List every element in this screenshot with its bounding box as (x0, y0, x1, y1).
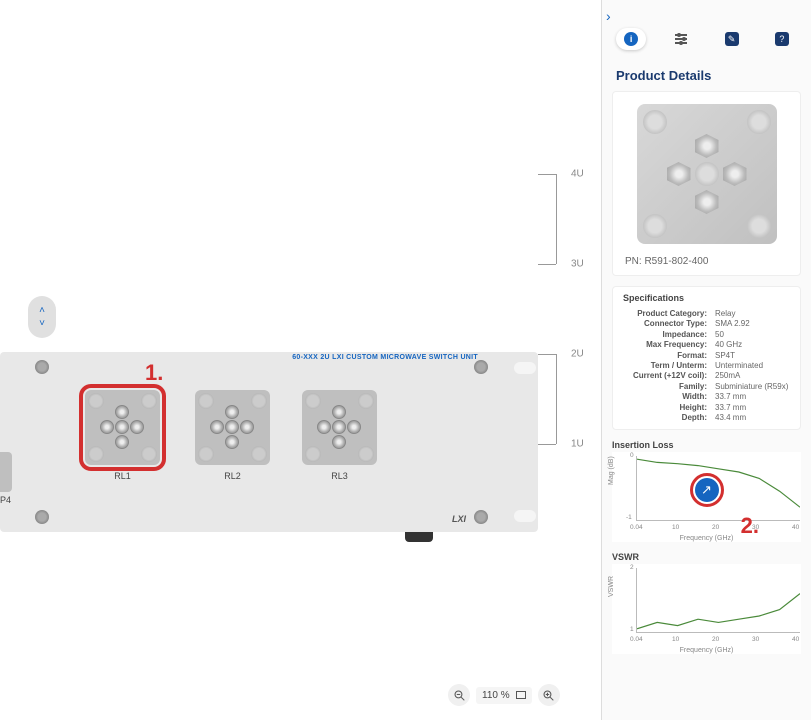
spec-value: SMA 2.92 (715, 319, 750, 329)
zoom-level-label: 110 % (476, 687, 532, 704)
chassis: 60-XXX 2U LXI CUSTOM MICROWAVE SWITCH UN… (0, 352, 538, 532)
part-number: PN: R591-802-400 (619, 250, 794, 269)
spec-value: 33.7 mm (715, 403, 746, 413)
relay-label: RL3 (302, 471, 377, 481)
spec-row: Max Frequency:40 GHz (623, 340, 790, 350)
section-title: Product Details (602, 56, 811, 91)
relay-rl2[interactable]: RL2 (195, 390, 270, 490)
question-icon: ? (775, 32, 789, 46)
ru-2u: 2U (571, 349, 584, 360)
zoom-out-button[interactable] (448, 684, 470, 706)
spec-key: Term / Unterm: (623, 361, 715, 371)
chart-title: VSWR (612, 552, 801, 562)
partial-module[interactable] (0, 452, 12, 492)
relay-label: RL2 (195, 471, 270, 481)
tab-help[interactable]: ? (767, 28, 797, 50)
info-icon: i (624, 32, 638, 46)
lxi-logo: LXI (452, 514, 466, 524)
relay-image (302, 390, 377, 465)
design-canvas[interactable]: 4U 3U 2U 1U ˄ ˅ 60-XXX 2U LXI CUSTOM MIC… (0, 0, 600, 720)
spec-key: Product Category: (623, 309, 715, 319)
sliders-icon (674, 32, 688, 46)
relay-label: RL1 (85, 471, 160, 481)
spec-key: Connector Type: (623, 319, 715, 329)
spec-value: 33.7 mm (715, 392, 746, 402)
chart-plot-area (636, 568, 800, 633)
panel-tabbar: i ✎ ? (602, 0, 811, 56)
screw-icon (35, 360, 49, 374)
spec-row: Family:Subminiature (R59x) (623, 382, 790, 392)
chassis-foot (405, 532, 433, 542)
spec-row: Term / Unterm:Unterminated (623, 361, 790, 371)
screw-icon (474, 360, 488, 374)
handle-slot (514, 510, 536, 522)
chart-title: Insertion Loss (612, 440, 801, 450)
ru-4u: 4U (571, 169, 584, 180)
relay-image (85, 390, 160, 465)
screw-icon (35, 510, 49, 524)
rack-ruler: 4U 3U 2U 1U (538, 0, 598, 720)
spec-row: Product Category:Relay (623, 309, 790, 319)
relay-image (195, 390, 270, 465)
spec-key: Impedance: (623, 330, 715, 340)
screw-icon (474, 510, 488, 524)
chart-ylabel: Mag (dB) (608, 457, 615, 486)
spec-key: Current (+12V coil): (623, 371, 715, 381)
tab-settings[interactable] (666, 28, 696, 50)
chart-insertion-loss: Insertion Loss Mag (dB) ↗ 0 -1 0.04 10 2… (612, 440, 801, 542)
tab-info[interactable]: i (616, 28, 646, 50)
ru-3u: 3U (571, 259, 584, 270)
zoom-controls: 110 % (448, 684, 560, 706)
handle-slot (514, 362, 536, 374)
spec-value: 40 GHz (715, 340, 742, 350)
spec-row: Width:33.7 mm (623, 392, 790, 402)
collapse-panel-button[interactable]: › (606, 8, 611, 24)
spec-key: Width: (623, 392, 715, 402)
partial-module-label: P4 (0, 495, 11, 505)
layer-nav-pill: ˄ ˅ (28, 296, 56, 338)
zoom-in-button[interactable] (538, 684, 560, 706)
edit-icon: ✎ (725, 32, 739, 46)
details-panel: › i ✎ ? Product Details PN: R591-802-400… (601, 0, 811, 720)
annotation-marker-1: 1. (145, 360, 163, 386)
nav-down-button[interactable]: ˅ (39, 318, 45, 329)
annotation-marker-2: 2. (741, 513, 759, 539)
specs-heading: Specifications (623, 293, 790, 303)
spec-row: Depth:43.4 mm (623, 413, 790, 423)
product-image (637, 104, 777, 244)
chart-vswr: VSWR VSWR 2 1 0.04 10 20 30 40 Frequency… (612, 552, 801, 654)
spec-key: Depth: (623, 413, 715, 423)
nav-up-button[interactable]: ˄ (39, 305, 45, 316)
spec-value: SP4T (715, 351, 735, 361)
spec-key: Max Frequency: (623, 340, 715, 350)
spec-value: Subminiature (R59x) (715, 382, 788, 392)
relay-rl3[interactable]: RL3 (302, 390, 377, 490)
spec-row: Height:33.7 mm (623, 403, 790, 413)
expand-chart-button[interactable]: ↗ (695, 478, 719, 502)
annotation-circle: ↗ (690, 473, 724, 507)
spec-value: 43.4 mm (715, 413, 746, 423)
relay-rl1[interactable]: RL1 (85, 390, 160, 490)
spec-row: Impedance:50 (623, 330, 790, 340)
tab-edit[interactable]: ✎ (717, 28, 747, 50)
spec-row: Current (+12V coil):250mA (623, 371, 790, 381)
product-card: PN: R591-802-400 (612, 91, 801, 276)
chart-xlabel: Frequency (GHz) (680, 535, 734, 542)
spec-card: Specifications Product Category:RelayCon… (612, 286, 801, 430)
chart-xlabel: Frequency (GHz) (680, 647, 734, 654)
spec-value: Unterminated (715, 361, 763, 371)
chassis-title: 60-XXX 2U LXI CUSTOM MICROWAVE SWITCH UN… (292, 354, 478, 361)
ru-1u: 1U (571, 439, 584, 450)
spec-key: Height: (623, 403, 715, 413)
spec-row: Format:SP4T (623, 351, 790, 361)
spec-row: Connector Type:SMA 2.92 (623, 319, 790, 329)
spec-value: 250mA (715, 371, 740, 381)
spec-key: Format: (623, 351, 715, 361)
spec-key: Family: (623, 382, 715, 392)
fit-icon[interactable] (516, 691, 526, 699)
spec-value: 50 (715, 330, 724, 340)
spec-value: Relay (715, 309, 735, 319)
chart-ylabel: VSWR (608, 576, 615, 597)
